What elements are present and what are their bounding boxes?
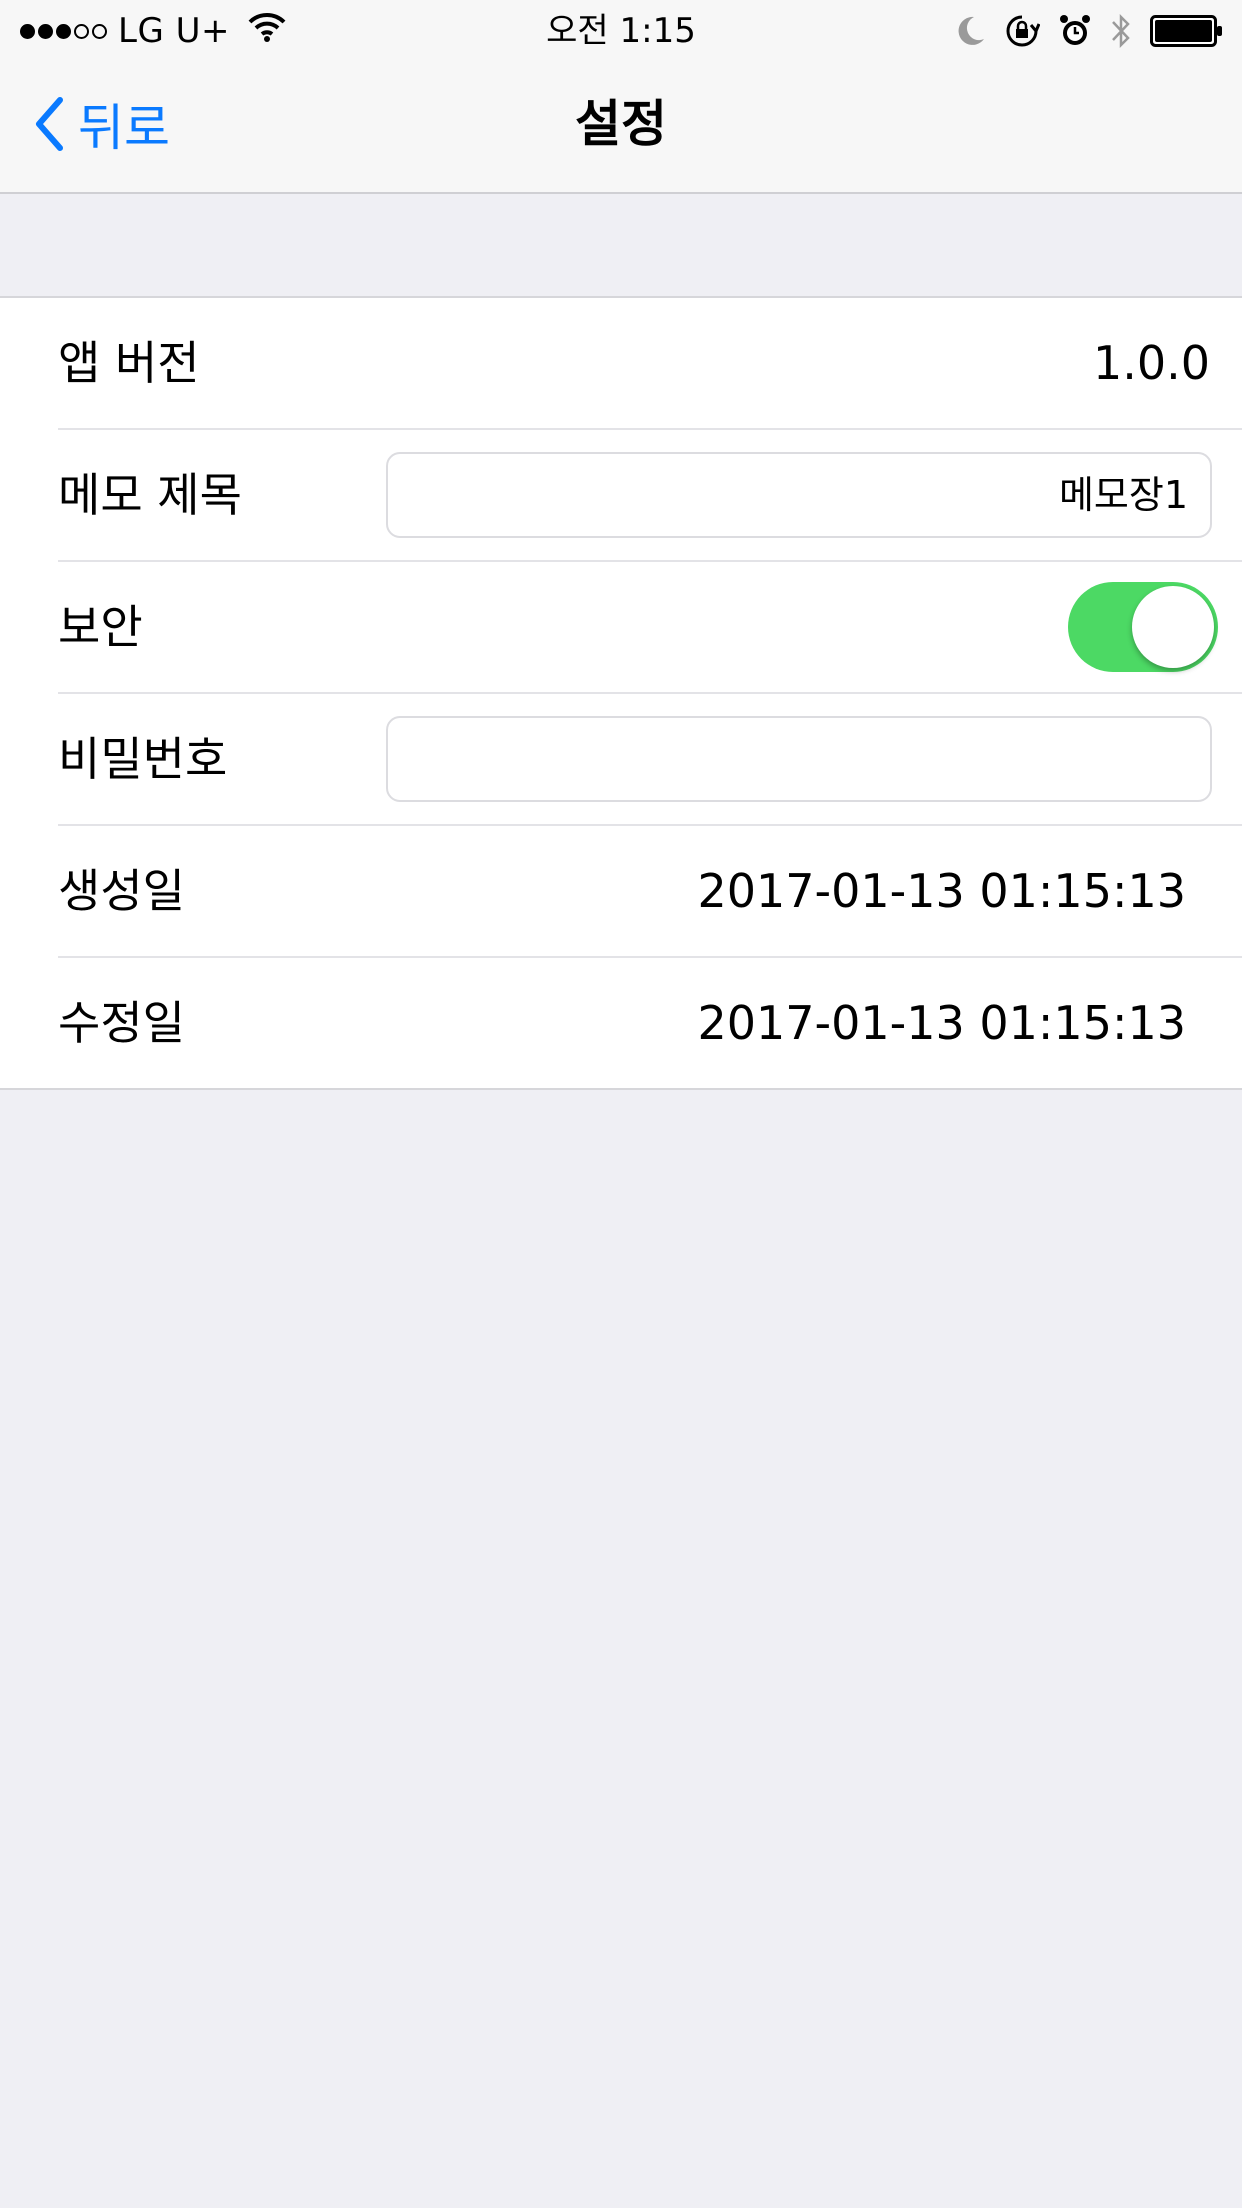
memo-title-row: 메모 제목 메모장1 xyxy=(58,430,1242,562)
page-title: 설정 xyxy=(575,95,667,153)
security-label: 보안 xyxy=(58,600,143,654)
security-row: 보안 xyxy=(58,562,1242,694)
status-bar: LG U+ 오전 1:15 xyxy=(0,0,1242,62)
battery-icon xyxy=(1150,15,1224,47)
password-field[interactable] xyxy=(386,716,1212,802)
alarm-icon xyxy=(1058,13,1092,49)
app-version-value: 1.0.0 xyxy=(1092,336,1210,390)
app-version-label: 앱 버전 xyxy=(58,336,200,390)
moon-icon xyxy=(956,15,986,47)
password-label: 비밀번호 xyxy=(58,732,228,786)
rotation-lock-icon xyxy=(1004,13,1040,49)
status-right xyxy=(938,10,1224,52)
security-toggle[interactable] xyxy=(1068,582,1218,672)
password-row: 비밀번호 xyxy=(58,694,1242,826)
created-date-label: 생성일 xyxy=(58,864,185,918)
created-date-value: 2017-01-13 01:15:13 xyxy=(697,864,1186,918)
modified-date-value: 2017-01-13 01:15:13 xyxy=(697,996,1186,1050)
modified-date-label: 수정일 xyxy=(58,996,185,1050)
settings-table: 앱 버전 1.0.0 메모 제목 메모장1 보안 비밀번호 생성일 2017-0… xyxy=(0,296,1242,1090)
app-version-row: 앱 버전 1.0.0 xyxy=(58,298,1242,430)
toggle-knob xyxy=(1132,586,1214,668)
bluetooth-icon xyxy=(1110,12,1132,50)
modified-date-row: 수정일 2017-01-13 01:15:13 xyxy=(58,958,1242,1088)
memo-title-label: 메모 제목 xyxy=(58,468,242,522)
created-date-row: 생성일 2017-01-13 01:15:13 xyxy=(58,826,1242,958)
memo-title-field[interactable]: 메모장1 xyxy=(386,452,1212,538)
navigation-bar: 뒤로 설정 xyxy=(0,62,1242,194)
